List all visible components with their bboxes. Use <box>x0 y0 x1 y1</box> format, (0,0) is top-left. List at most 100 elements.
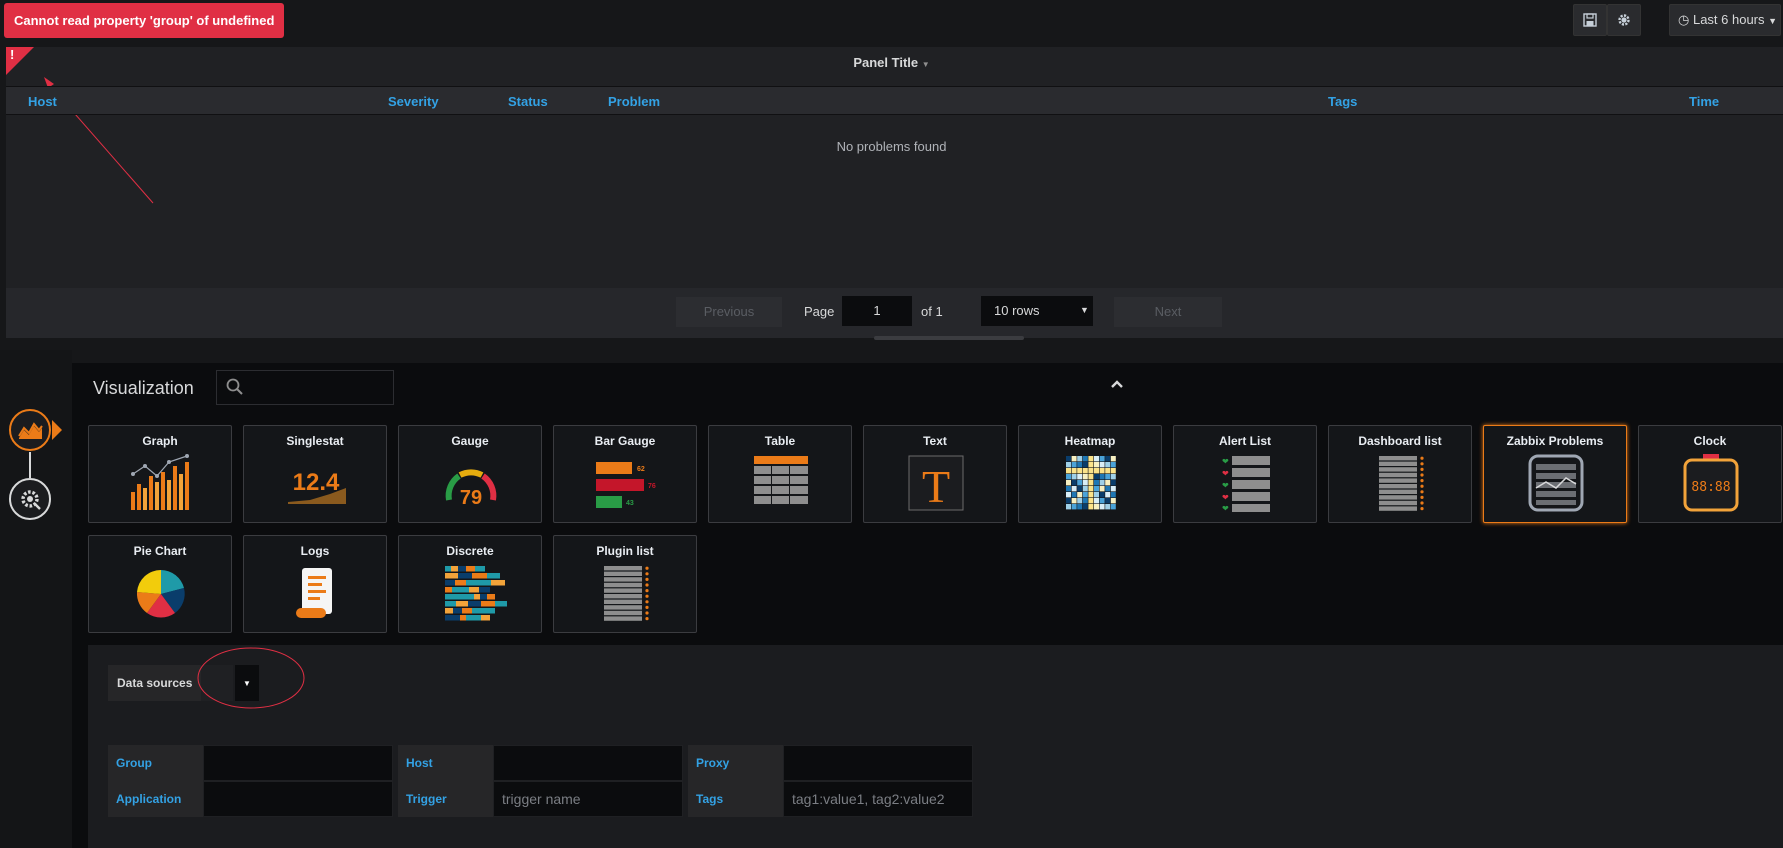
caret-down-icon: ▼ <box>1768 16 1778 26</box>
next-page-button[interactable]: Next <box>1114 297 1222 327</box>
viz-tile-bar-gauge[interactable]: Bar Gauge 62 76 43 <box>553 425 697 523</box>
data-sources-label: Data sources <box>108 665 201 701</box>
viz-tile-plugin-list[interactable]: Plugin list <box>553 535 697 633</box>
viz-tile-zabbix-problems[interactable]: Zabbix Problems <box>1483 425 1627 523</box>
bar-gauge-icon: 62 76 43 <box>596 462 656 508</box>
viz-tile-discrete[interactable]: Discrete <box>398 535 542 633</box>
panel-title-text: Panel Title <box>853 55 919 70</box>
tags-label: Tags <box>688 781 783 817</box>
table-icon <box>754 456 808 504</box>
chevron-up-icon[interactable] <box>1110 379 1124 389</box>
trigger-label: Trigger <box>398 781 493 817</box>
visualization-heading: Visualization <box>93 378 194 398</box>
svg-text:76: 76 <box>648 483 656 490</box>
zabbix-problems-icon <box>1528 454 1584 512</box>
viz-tile-pie-chart[interactable]: Pie Chart <box>88 535 232 633</box>
host-label: Host <box>398 745 493 781</box>
gauge-value: 79 <box>460 487 482 509</box>
column-status[interactable]: Status <box>508 94 548 109</box>
wrench-gear-icon <box>21 490 41 510</box>
page-label: Page <box>804 304 835 319</box>
save-dashboard-button[interactable] <box>1573 4 1607 36</box>
dashboard-settings-button[interactable] <box>1607 4 1641 36</box>
clock-icon: ◷ <box>1678 12 1690 27</box>
previous-page-button[interactable]: Previous <box>676 297 782 327</box>
svg-text:❤: ❤ <box>1222 504 1229 513</box>
tile-label: Graph <box>142 434 178 448</box>
time-range-label: Last 6 hours <box>1692 12 1765 27</box>
viz-tile-heatmap[interactable]: Heatmap <box>1018 425 1162 523</box>
application-label: Application <box>108 781 203 817</box>
viz-tile-text[interactable]: Text T <box>863 425 1007 523</box>
caret-down-icon: ▼ <box>1080 305 1089 315</box>
viz-tile-logs[interactable]: Logs <box>243 535 387 633</box>
column-tags[interactable]: Tags <box>1328 94 1357 109</box>
annotation-arrow <box>44 77 154 204</box>
tile-label: Gauge <box>451 434 489 448</box>
column-severity[interactable]: Severity <box>388 94 439 109</box>
host-input[interactable] <box>493 745 683 781</box>
column-host[interactable]: Host <box>28 94 57 109</box>
tile-label: Bar Gauge <box>594 434 656 448</box>
page-count-label: of 1 <box>921 304 943 319</box>
rail-connector <box>29 452 31 478</box>
pie-chart-icon <box>136 569 185 618</box>
singlestat-value: 12.4 <box>293 469 340 496</box>
proxy-label: Proxy <box>688 745 783 781</box>
table-header <box>6 86 1783 115</box>
logs-icon <box>296 568 332 618</box>
text-icon: T <box>908 455 964 512</box>
annotation-circle <box>197 647 305 709</box>
group-input[interactable] <box>203 745 393 781</box>
dashboard-list-icon <box>1379 456 1424 511</box>
column-time[interactable]: Time <box>1689 94 1719 109</box>
viz-tile-alert-list[interactable]: Alert List ❤ ❤ ❤ ❤ ❤ <box>1173 425 1317 523</box>
plugin-list-icon <box>604 566 649 621</box>
tile-label: Zabbix Problems <box>1506 434 1604 448</box>
tags-input[interactable]: tag1:value1, tag2:value2 <box>783 781 973 817</box>
rows-per-page-select[interactable]: 10 rows <box>981 296 1093 326</box>
time-range-picker[interactable]: ◷ Last 6 hours ▼ <box>1669 4 1781 36</box>
active-tab-indicator <box>52 420 62 440</box>
viz-tile-dashboard-list[interactable]: Dashboard list <box>1328 425 1472 523</box>
tile-label: Singlestat <box>286 434 344 448</box>
gear-icon <box>1618 14 1630 26</box>
general-settings-tab[interactable] <box>9 478 51 520</box>
svg-text:43: 43 <box>626 500 634 507</box>
svg-text:❤: ❤ <box>1222 493 1229 502</box>
svg-text:❤: ❤ <box>1222 481 1229 490</box>
visualization-tab[interactable] <box>9 409 51 451</box>
viz-tile-graph[interactable]: Graph <box>88 425 232 523</box>
viz-tile-singlestat[interactable]: Singlestat 12.4 <box>243 425 387 523</box>
column-problem[interactable]: Problem <box>608 94 660 109</box>
area-chart-icon <box>18 422 43 439</box>
group-label: Group <box>108 745 203 781</box>
viz-tile-gauge[interactable]: Gauge 79 <box>398 425 542 523</box>
application-input[interactable] <box>203 781 393 817</box>
tile-label: Dashboard list <box>1358 434 1442 448</box>
tile-label: Clock <box>1693 434 1727 448</box>
text-letter: T <box>922 461 950 512</box>
tile-label: Logs <box>300 544 330 558</box>
tile-label: Discrete <box>446 544 494 558</box>
page-number-input[interactable]: 1 <box>842 296 912 326</box>
heatmap-icon <box>1066 456 1116 510</box>
panel-title[interactable]: Panel Title ▼ <box>0 55 1783 70</box>
svg-text:62: 62 <box>637 466 645 473</box>
tile-label: Plugin list <box>596 544 654 558</box>
save-icon <box>1583 13 1597 27</box>
gauge-icon: 79 <box>445 469 497 509</box>
panel-resize-handle[interactable] <box>874 336 1024 340</box>
svg-text:❤: ❤ <box>1222 469 1229 478</box>
clock-icon: 88:88 <box>1683 454 1739 512</box>
tile-label: Alert List <box>1218 434 1271 448</box>
caret-down-icon: ▼ <box>921 60 930 69</box>
tile-label: Heatmap <box>1064 434 1116 448</box>
tile-label: Pie Chart <box>133 544 187 558</box>
viz-tile-table[interactable]: Table <box>708 425 852 523</box>
viz-tile-clock[interactable]: Clock 88:88 <box>1638 425 1782 523</box>
proxy-input[interactable] <box>783 745 973 781</box>
svg-text:❤: ❤ <box>1222 457 1229 466</box>
alert-list-icon: ❤ ❤ ❤ ❤ ❤ <box>1222 456 1270 513</box>
trigger-input[interactable]: trigger name <box>493 781 683 817</box>
